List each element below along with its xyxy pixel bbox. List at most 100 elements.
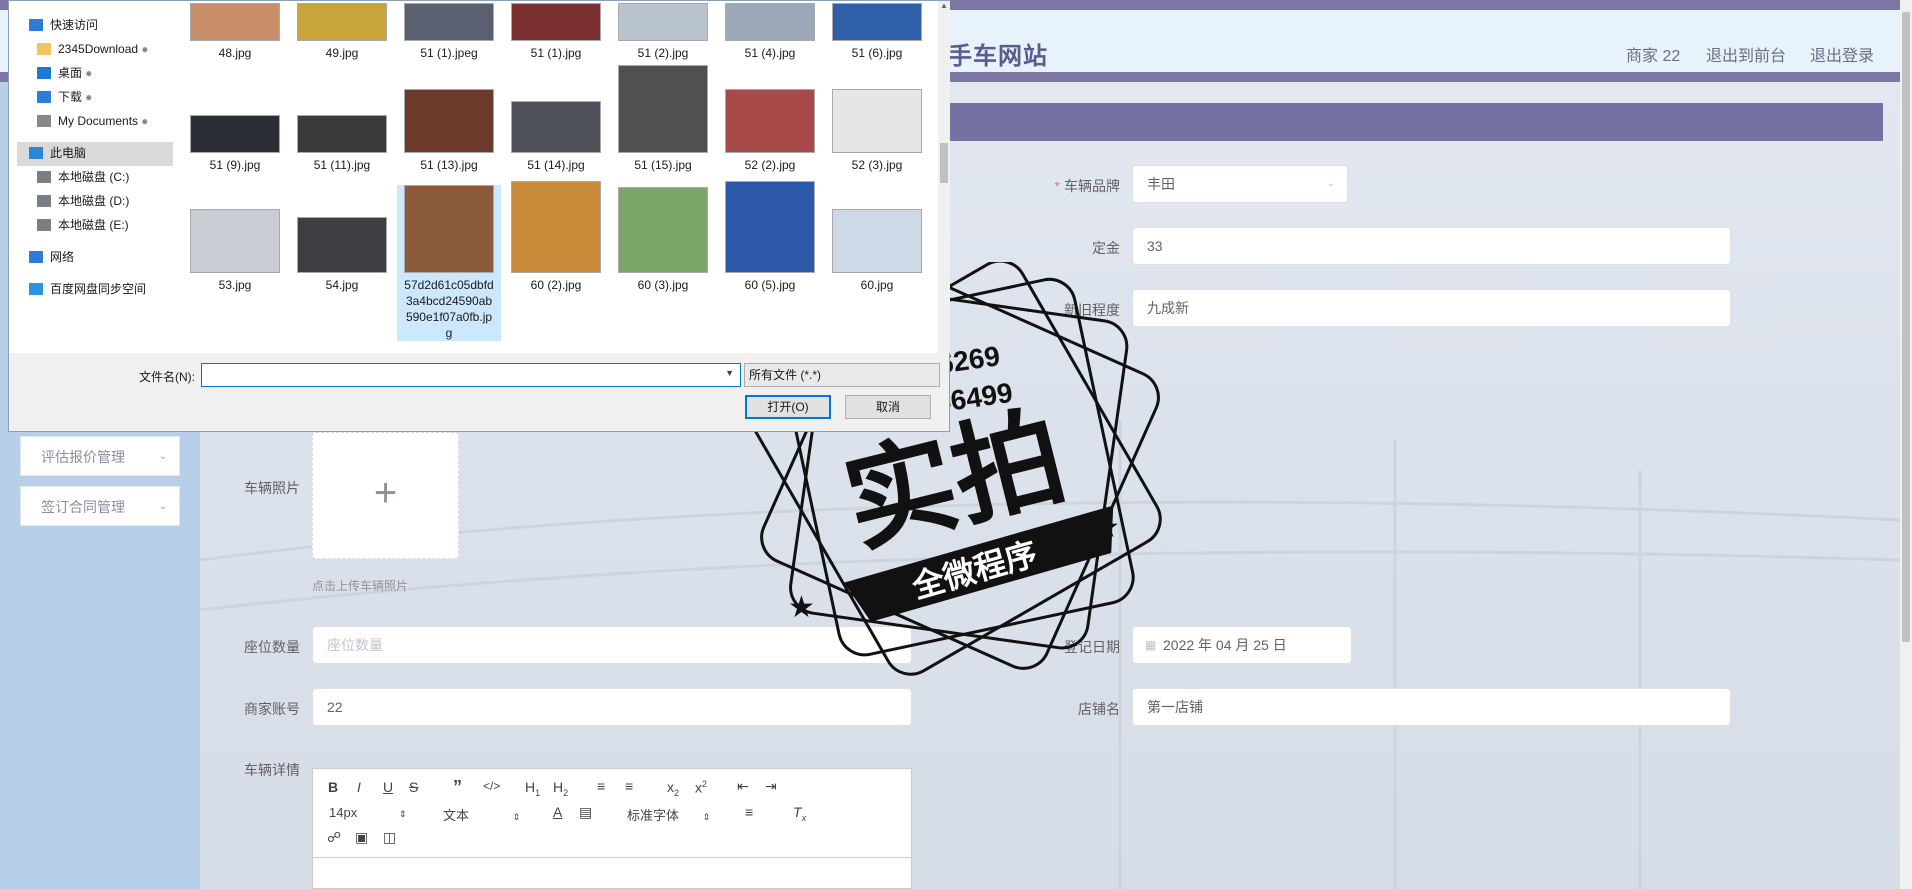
sidebar-item-label: 签订合同管理 bbox=[41, 499, 125, 515]
nav-item[interactable]: 2345Download ✸ bbox=[37, 38, 149, 60]
back-to-frontend-link[interactable]: 退出到前台 bbox=[1706, 42, 1786, 66]
condition-input[interactable]: 九成新 bbox=[1132, 289, 1731, 327]
indent-icon[interactable]: ⇥ bbox=[765, 778, 777, 795]
pin-icon: ✸ bbox=[85, 93, 93, 103]
file-item[interactable]: 60 (3).jpg bbox=[611, 187, 715, 293]
file-thumbnail bbox=[618, 187, 708, 273]
deposit-label: 定金 bbox=[1092, 240, 1120, 256]
file-item[interactable]: 54.jpg bbox=[290, 217, 394, 293]
file-list-scrollbar-thumb[interactable] bbox=[940, 143, 948, 183]
page-scrollbar-thumb[interactable] bbox=[1902, 12, 1910, 642]
scroll-up-icon[interactable]: ▲ bbox=[940, 1, 948, 10]
file-item[interactable]: 51 (13).jpg bbox=[397, 89, 501, 173]
merchant-account-link[interactable]: 商家 22 bbox=[1626, 42, 1680, 66]
subscript-icon[interactable]: x2 bbox=[667, 779, 679, 798]
nav-item[interactable]: My Documents ✸ bbox=[37, 110, 149, 132]
file-item[interactable]: 60.jpg bbox=[825, 209, 929, 293]
chevron-down-icon[interactable]: ▼ bbox=[725, 368, 734, 378]
nav-item[interactable]: 本地磁盘 (E:) bbox=[37, 214, 129, 236]
filename-input[interactable]: ▼ bbox=[201, 363, 741, 387]
page-scrollbar[interactable] bbox=[1900, 0, 1912, 889]
shop-input[interactable]: 第一店铺 bbox=[1132, 688, 1731, 726]
nav-item[interactable]: 本地磁盘 (D:) bbox=[37, 190, 129, 212]
brand-select[interactable]: 丰田 ⌄ bbox=[1132, 165, 1348, 203]
shop-label: 店铺名 bbox=[1078, 701, 1120, 717]
quote-icon[interactable]: ” bbox=[453, 777, 462, 798]
underline-icon[interactable]: U bbox=[383, 779, 393, 795]
clear-format-icon[interactable]: Tx bbox=[793, 804, 806, 823]
superscript-icon[interactable]: x2 bbox=[695, 779, 707, 796]
file-item[interactable]: 53.jpg bbox=[183, 209, 287, 293]
file-item[interactable]: 48.jpg bbox=[183, 3, 287, 61]
merchant-label: 商家账号 bbox=[244, 701, 300, 717]
sidebar-item-contract[interactable]: 签订合同管理 ⌄ bbox=[20, 486, 180, 526]
text-type-select[interactable]: 文本 ⇕ bbox=[443, 805, 520, 824]
video-icon[interactable]: ◫ bbox=[383, 829, 396, 846]
nav-item[interactable]: 下载 ✸ bbox=[37, 86, 93, 108]
open-button[interactable]: 打开(O) bbox=[745, 395, 831, 419]
font-size-select[interactable]: 14px ⇕ bbox=[329, 805, 406, 820]
cancel-button[interactable]: 取消 bbox=[845, 395, 931, 419]
file-item[interactable]: 51 (14).jpg bbox=[504, 101, 608, 173]
font-color-icon[interactable]: A bbox=[553, 804, 562, 820]
nav-item-label: 此电脑 bbox=[50, 146, 87, 160]
outdent-icon[interactable]: ⇤ bbox=[737, 778, 749, 795]
file-name: 52 (3).jpg bbox=[851, 158, 903, 172]
nav-item[interactable]: 网络 bbox=[29, 246, 74, 268]
rich-text-editor[interactable]: B I U S ” </> H1 H2 ≡ ≡ x2 x2 ⇤ ⇥ 14px ⇕… bbox=[312, 768, 912, 889]
nav-item[interactable]: 本地磁盘 (C:) bbox=[37, 166, 129, 188]
link-icon[interactable]: ☍ bbox=[327, 829, 341, 846]
file-thumbnail bbox=[832, 89, 922, 153]
file-item[interactable]: 60 (5).jpg bbox=[718, 181, 822, 293]
file-thumbnail bbox=[404, 89, 494, 153]
strike-icon[interactable]: S bbox=[409, 779, 418, 795]
background-color-icon[interactable]: ▤ bbox=[579, 804, 592, 821]
file-item[interactable]: 49.jpg bbox=[290, 3, 394, 61]
folder-icon bbox=[37, 43, 51, 55]
file-item[interactable]: 51 (9).jpg bbox=[183, 115, 287, 173]
italic-icon[interactable]: I bbox=[357, 779, 361, 795]
logout-link[interactable]: 退出登录 bbox=[1810, 42, 1874, 66]
file-item[interactable]: 51 (6).jpg bbox=[825, 3, 929, 61]
file-thumbnail bbox=[725, 181, 815, 273]
deposit-input[interactable]: 33 bbox=[1132, 227, 1731, 265]
ordered-list-icon[interactable]: ≡ bbox=[597, 778, 605, 794]
file-name: 51 (1).jpeg bbox=[420, 46, 478, 60]
file-name: 51 (14).jpg bbox=[527, 158, 585, 172]
file-item[interactable]: 52 (3).jpg bbox=[825, 89, 929, 173]
file-item[interactable]: 51 (15).jpg bbox=[611, 65, 715, 173]
nav-item[interactable]: 快速访问 bbox=[29, 14, 98, 36]
content-banner bbox=[948, 103, 1883, 141]
file-item[interactable]: 52 (2).jpg bbox=[718, 89, 822, 173]
sidebar-item-quotation[interactable]: 评估报价管理 ⌄ bbox=[20, 436, 180, 476]
file-list-scrollbar[interactable]: ▲ bbox=[938, 1, 950, 353]
file-item[interactable]: 51 (11).jpg bbox=[290, 115, 394, 173]
align-icon[interactable]: ≡ bbox=[745, 804, 753, 820]
nav-item[interactable]: 桌面 ✸ bbox=[37, 62, 93, 84]
file-item[interactable]: 51 (4).jpg bbox=[718, 3, 822, 61]
nav-item[interactable]: 百度网盘同步空间 bbox=[29, 278, 146, 300]
code-icon[interactable]: </> bbox=[483, 779, 500, 793]
file-thumbnail bbox=[618, 65, 708, 153]
merchant-input[interactable]: 22 bbox=[312, 688, 912, 726]
star-icon: ★ bbox=[788, 591, 815, 624]
bullet-list-icon[interactable]: ≡ bbox=[625, 778, 633, 794]
file-item[interactable]: 51 (1).jpg bbox=[504, 3, 608, 61]
file-item[interactable]: 51 (2).jpg bbox=[611, 3, 715, 61]
file-type-select[interactable]: 所有文件 (*.*) bbox=[744, 363, 940, 387]
image-icon[interactable]: ▣ bbox=[355, 829, 368, 846]
file-item[interactable]: 57d2d61c05dbfd3a4bcd24590ab590e1f07a0fb.… bbox=[397, 185, 501, 341]
file-item[interactable]: 51 (1).jpeg bbox=[397, 3, 501, 61]
file-thumbnail bbox=[832, 209, 922, 273]
font-family-select[interactable]: 标准字体 ⇕ bbox=[627, 805, 710, 824]
nav-item[interactable]: 此电脑 bbox=[29, 142, 86, 164]
heading2-icon[interactable]: H2 bbox=[553, 779, 568, 798]
file-open-dialog: 快速访问 2345Download ✸ 桌面 ✸ 下载 ✸ My Documents ✸ 此电脑本… bbox=[8, 0, 950, 432]
drive-icon bbox=[37, 171, 51, 183]
nav-item-label: My Documents bbox=[58, 114, 139, 128]
file-name: 53.jpg bbox=[218, 278, 252, 292]
bold-icon[interactable]: B bbox=[328, 779, 338, 795]
heading1-icon[interactable]: H1 bbox=[525, 779, 540, 798]
photo-upload-button[interactable]: + bbox=[312, 432, 459, 559]
file-item[interactable]: 60 (2).jpg bbox=[504, 181, 608, 293]
